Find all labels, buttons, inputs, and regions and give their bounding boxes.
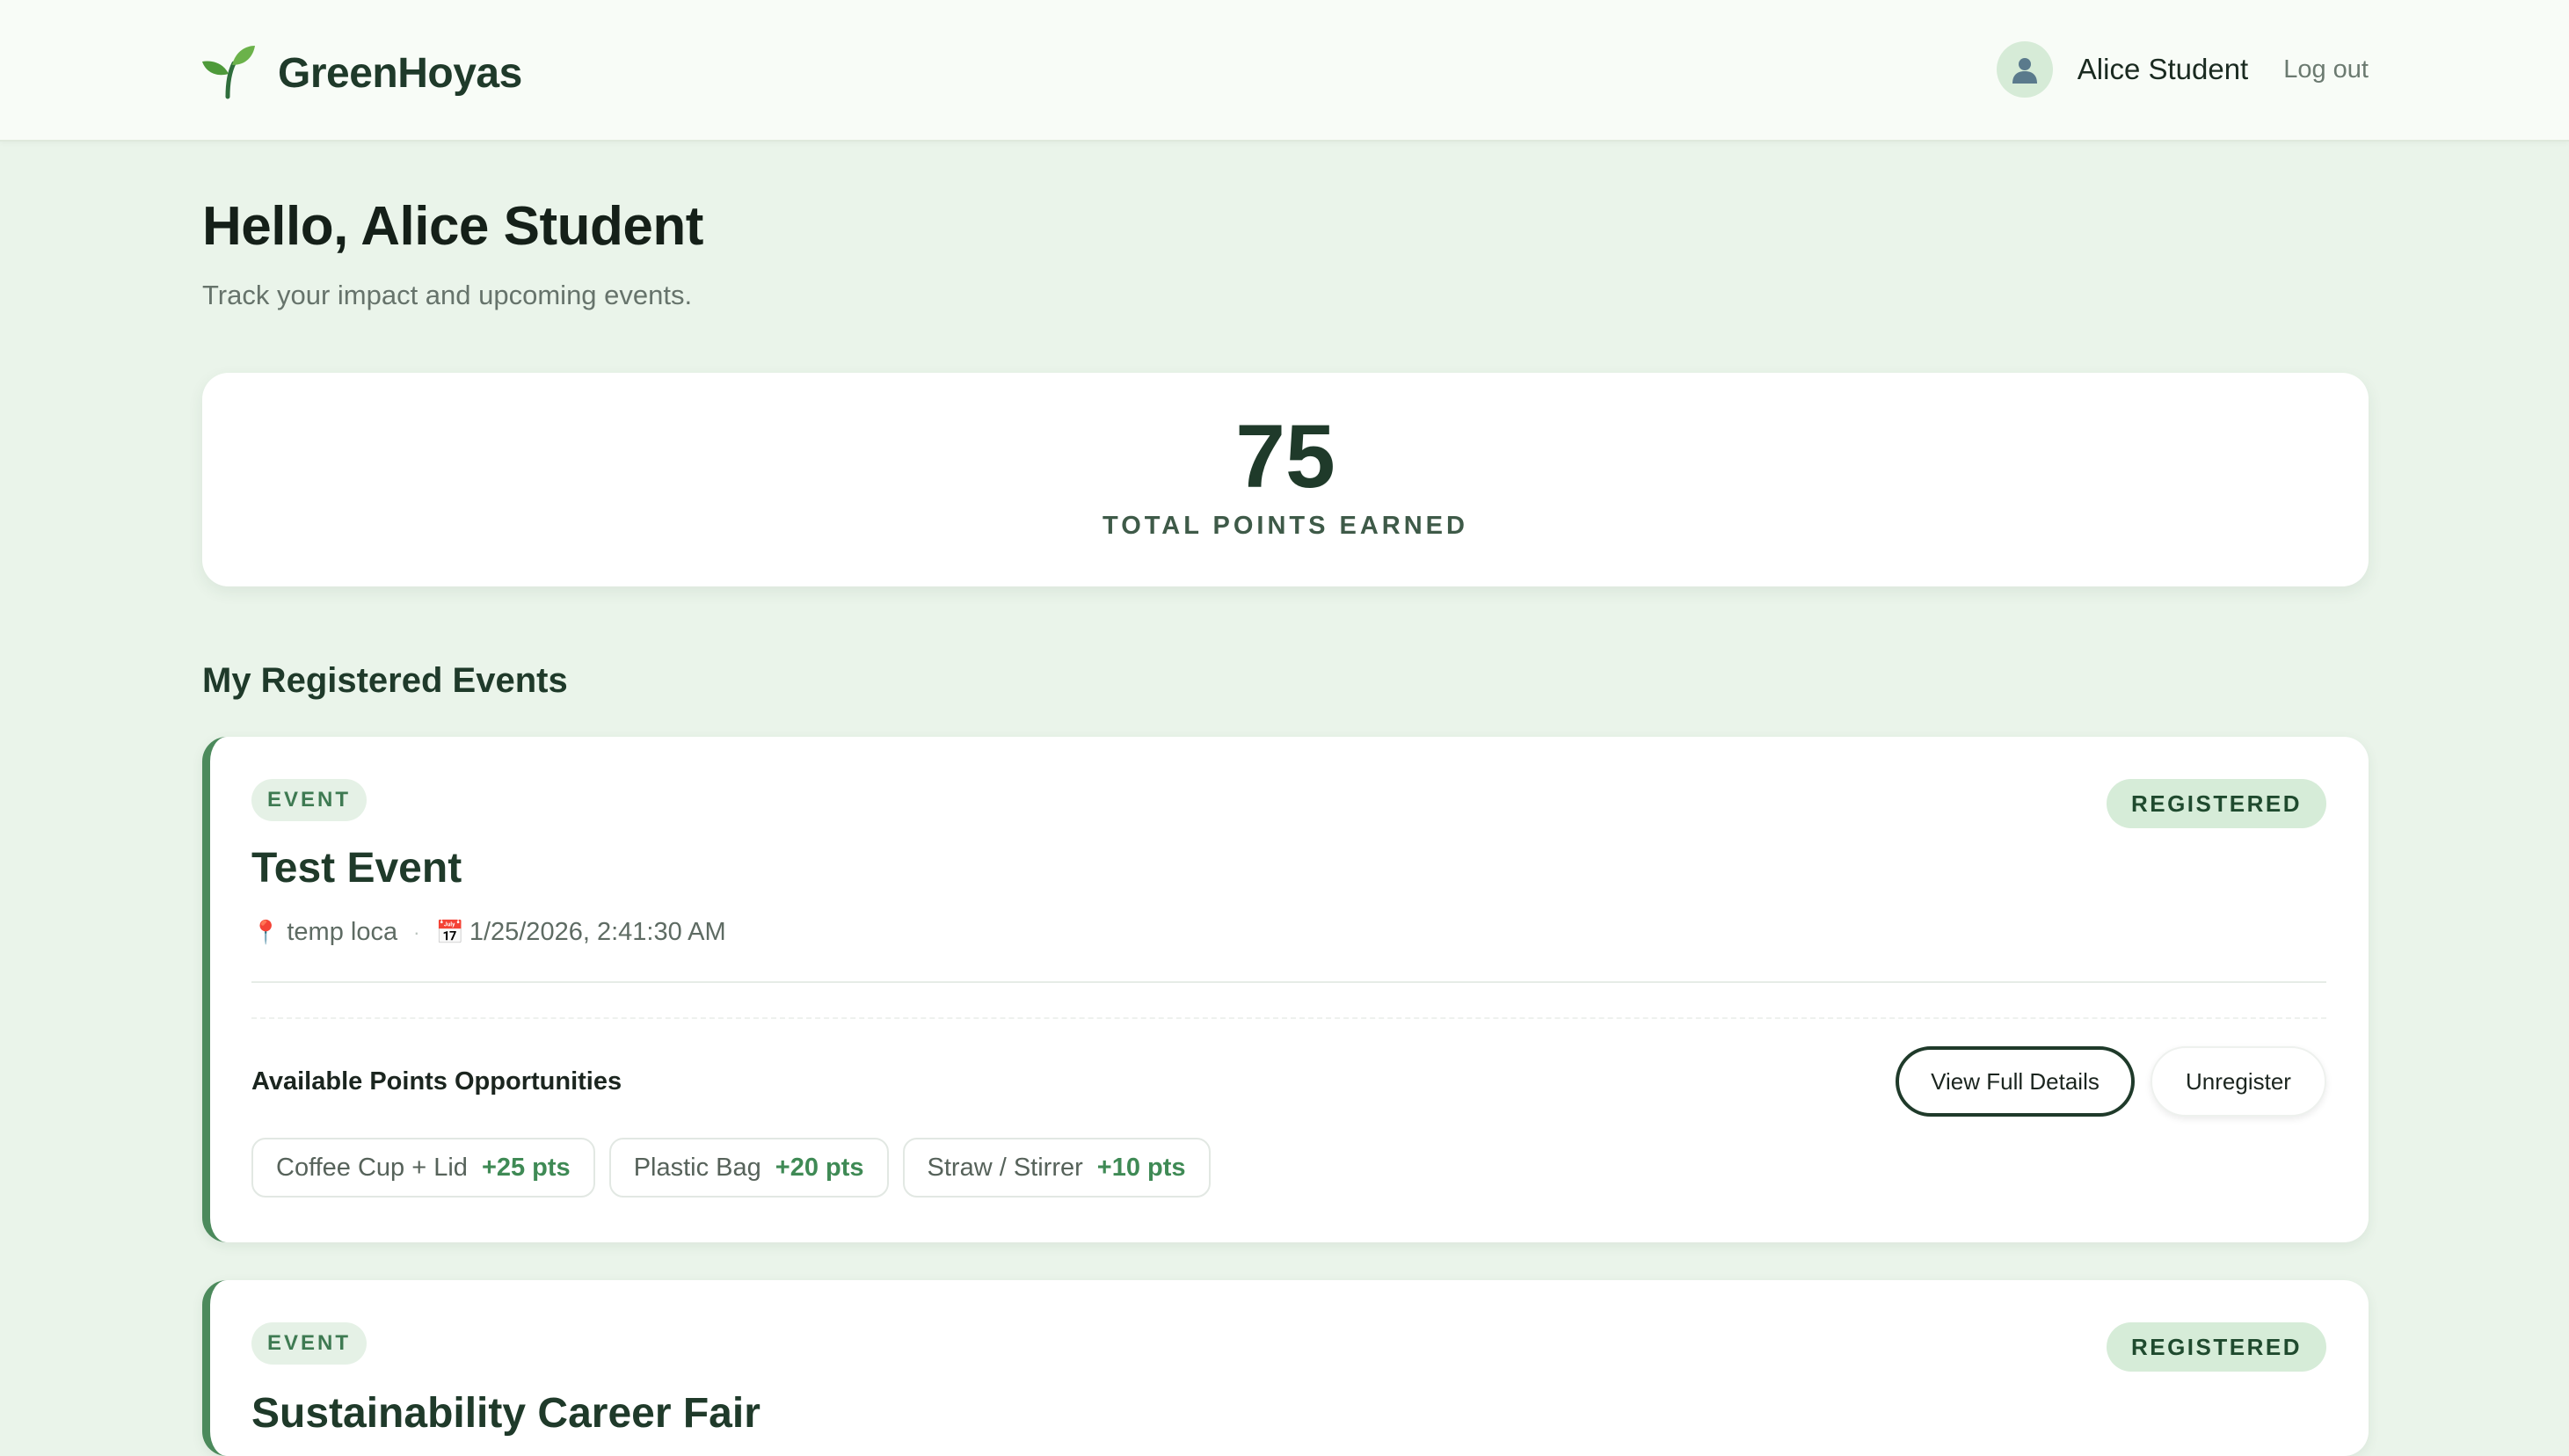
- section-title: My Registered Events: [202, 661, 568, 700]
- opportunity-points: +20 pts: [775, 1153, 864, 1182]
- status-badge: REGISTERED: [2106, 1322, 2326, 1372]
- page-title: Hello, Alice Student: [202, 196, 703, 257]
- user-name: Alice Student: [2077, 53, 2249, 85]
- top-navbar: GreenHoyas Alice Student Log out: [0, 0, 2569, 142]
- user-icon: [2012, 58, 2037, 84]
- brand[interactable]: GreenHoyas: [200, 42, 522, 105]
- event-location: temp loca: [287, 918, 398, 946]
- location-pin-icon: 📍: [251, 919, 280, 945]
- sprout-logo-icon: [200, 42, 258, 105]
- user-menu: Alice Student Log out: [1996, 40, 2369, 98]
- page-subtitle: Track your impact and upcoming events.: [202, 280, 693, 310]
- status-badge: REGISTERED: [2106, 779, 2326, 828]
- opportunity-name: Straw / Stirrer: [927, 1153, 1083, 1182]
- total-points-label: TOTAL POINTS EARNED: [1103, 512, 1468, 540]
- opportunity-points: +10 pts: [1096, 1153, 1186, 1182]
- event-card: EVENT REGISTERED Sustainability Career F…: [202, 1280, 2369, 1456]
- event-datetime: 1/25/2026, 2:41:30 AM: [469, 918, 726, 946]
- brand-name: GreenHoyas: [278, 50, 522, 97]
- logout-link[interactable]: Log out: [2283, 55, 2369, 84]
- event-card: EVENT REGISTERED Test Event 📍 temp loca …: [202, 737, 2369, 1242]
- unregister-button[interactable]: Unregister: [2151, 1046, 2326, 1117]
- opportunities-title: Available Points Opportunities: [251, 1067, 622, 1096]
- view-full-details-button[interactable]: View Full Details: [1896, 1046, 2135, 1117]
- avatar[interactable]: [1996, 41, 2053, 98]
- opportunity-name: Plastic Bag: [633, 1153, 761, 1182]
- calendar-icon: 📅: [435, 919, 464, 945]
- opportunity-list: Coffee Cup + Lid +25 pts Plastic Bag +20…: [251, 1138, 1225, 1198]
- opportunity-chip: Plastic Bag +20 pts: [608, 1138, 889, 1198]
- opportunity-name: Coffee Cup + Lid: [276, 1153, 468, 1182]
- event-title[interactable]: Sustainability Career Fair: [251, 1389, 761, 1438]
- points-summary-card: 75 TOTAL POINTS EARNED: [202, 373, 2369, 586]
- meta-separator: ·: [413, 921, 420, 943]
- opportunity-chip: Straw / Stirrer +10 pts: [902, 1138, 1211, 1198]
- total-points-value: 75: [1235, 406, 1335, 506]
- event-title[interactable]: Test Event: [251, 844, 462, 892]
- opportunity-chip: Coffee Cup + Lid +25 pts: [251, 1138, 595, 1198]
- divider: [251, 1017, 2326, 1019]
- event-type-badge: EVENT: [251, 779, 368, 821]
- divider: [251, 981, 2326, 983]
- event-meta: 📍 temp loca · 📅 1/25/2026, 2:41:30 AM: [251, 918, 726, 947]
- event-type-badge: EVENT: [251, 1322, 368, 1365]
- opportunity-points: +25 pts: [481, 1153, 571, 1182]
